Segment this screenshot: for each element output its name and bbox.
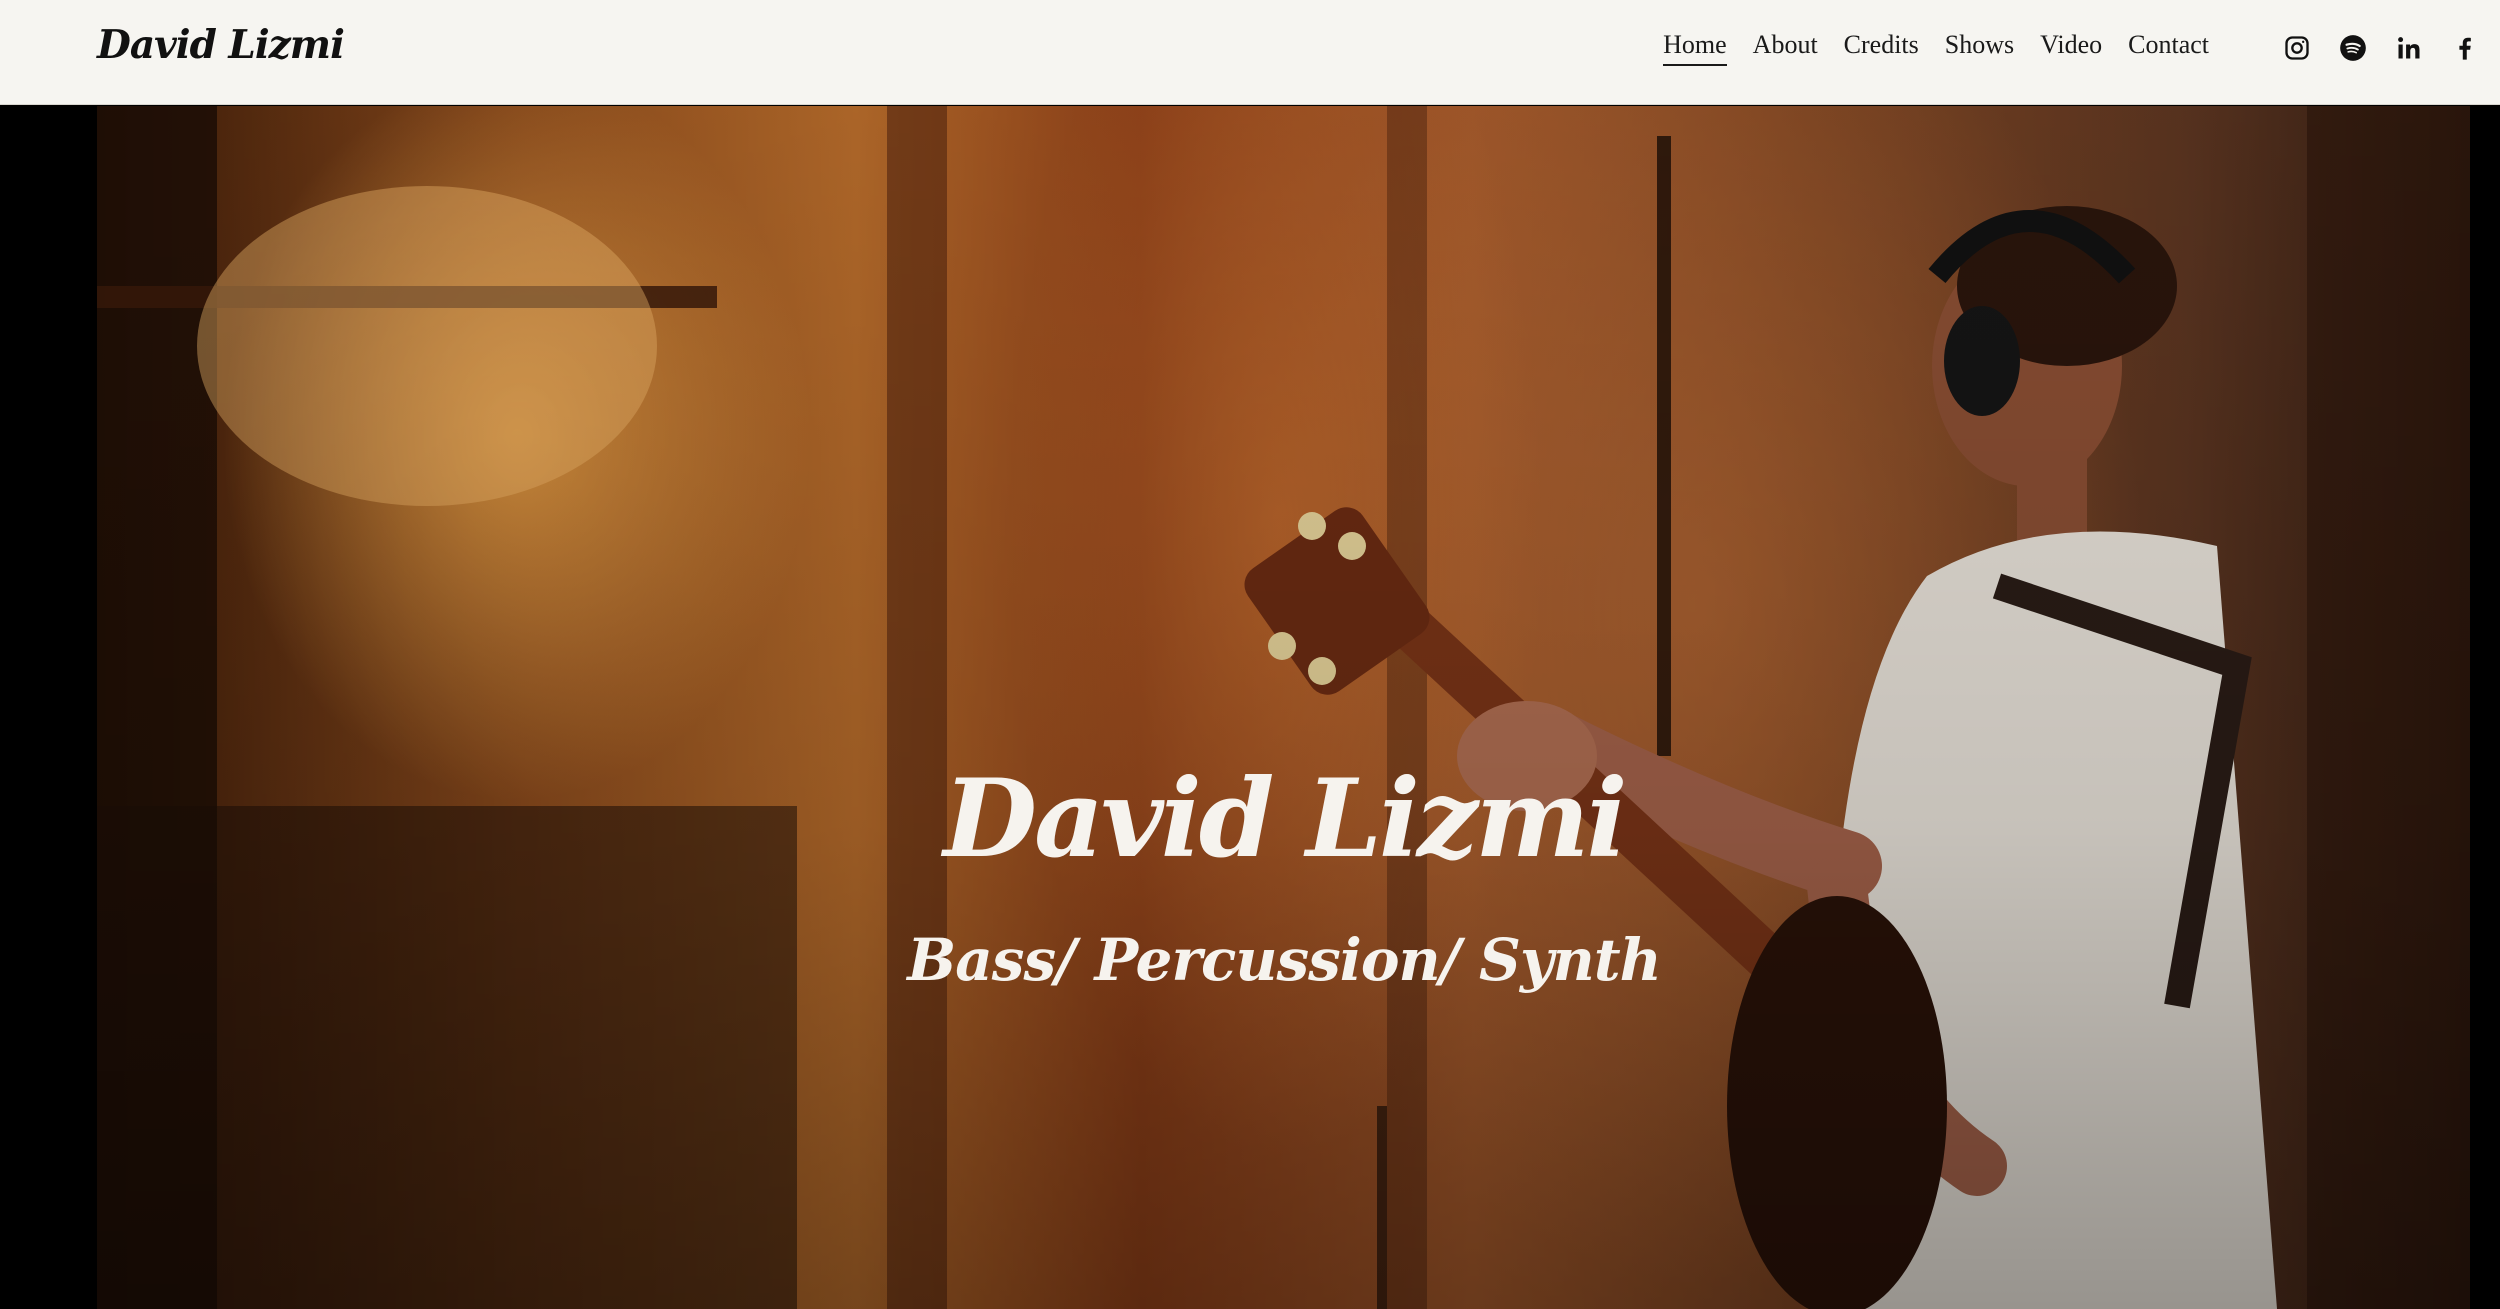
linkedin-icon[interactable] bbox=[2394, 33, 2424, 63]
site-logo[interactable]: David Lizmi bbox=[97, 22, 345, 68]
spotify-icon[interactable] bbox=[2338, 33, 2368, 63]
hero-section: David Lizmi Bass/ Percussion/ Synth bbox=[0, 106, 2500, 1309]
page: David Lizmi Home About Credits Shows Vid… bbox=[0, 0, 2500, 1309]
nav-item-home[interactable]: Home bbox=[1663, 30, 1727, 66]
hero-overlay bbox=[97, 106, 2470, 1309]
hero-title: David Lizmi bbox=[943, 756, 1627, 882]
instagram-icon[interactable] bbox=[2282, 33, 2312, 63]
nav-item-contact[interactable]: Contact bbox=[2128, 30, 2209, 66]
social-links bbox=[2256, 33, 2480, 63]
main-nav: Home About Credits Shows Video Contact bbox=[1637, 30, 2209, 66]
nav-item-credits[interactable]: Credits bbox=[1844, 30, 1919, 66]
hero-image bbox=[97, 106, 2470, 1309]
hero-subtitle: Bass/ Percussion/ Synth bbox=[907, 926, 1662, 994]
nav-item-shows[interactable]: Shows bbox=[1945, 30, 2014, 66]
nav-item-video[interactable]: Video bbox=[2040, 30, 2102, 66]
nav-item-about[interactable]: About bbox=[1753, 30, 1818, 66]
facebook-icon[interactable] bbox=[2450, 33, 2480, 63]
site-header: David Lizmi Home About Credits Shows Vid… bbox=[0, 0, 2500, 105]
